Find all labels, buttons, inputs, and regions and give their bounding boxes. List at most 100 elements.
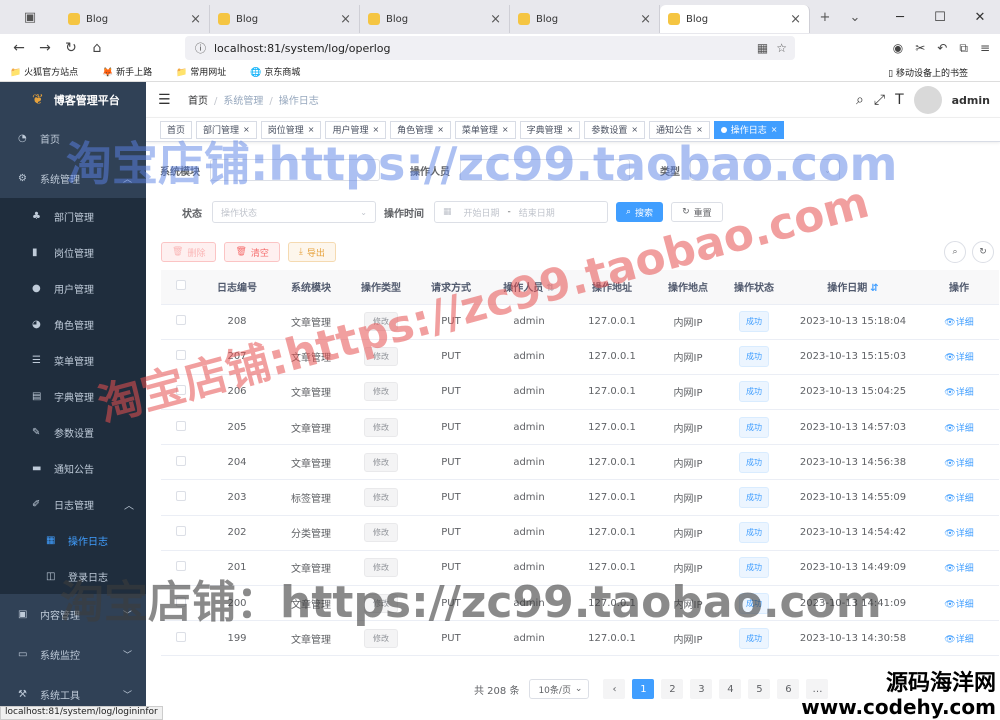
tag-item[interactable]: 部门管理 ×: [196, 120, 257, 139]
sidebar-item-post[interactable]: ▮ 岗位管理: [0, 234, 146, 270]
tag-active[interactable]: 操作日志 ×: [713, 120, 785, 139]
tag-item[interactable]: 岗位管理 ×: [260, 120, 322, 139]
tab-overview-icon[interactable]: ▣: [0, 0, 60, 34]
column-header-sortable[interactable]: 操作日期 ⇵: [787, 270, 919, 305]
tag-item[interactable]: 用户管理 ×: [325, 120, 387, 139]
reload-icon[interactable]: ↻: [58, 40, 84, 56]
detail-link[interactable]: 👁详细: [944, 459, 973, 469]
sidebar-item-operlog[interactable]: ▦ 操作日志: [0, 522, 146, 558]
sidebar-item-logininfor[interactable]: ◫ 登录日志: [0, 558, 146, 594]
type-select[interactable]: ⌄: [690, 159, 840, 181]
table-row[interactable]: 208 文章管理 修改 PUT admin 127.0.0.1 内网IP 成功 2023-10-…: [161, 304, 999, 340]
undo-icon[interactable]: ↶: [937, 41, 947, 55]
table-row[interactable]: 202 分类管理 修改 PUT admin 127.0.0.1 内网IP 成功 2023-10-…: [161, 515, 999, 551]
close-icon[interactable]: ×: [631, 125, 638, 134]
sidebar-logo[interactable]: ❦ 博客管理平台: [0, 82, 146, 118]
bookmark-item[interactable]: 📁 火狐官方站点: [10, 65, 90, 78]
checkbox[interactable]: [176, 561, 186, 572]
sidebar-item-user[interactable]: ● 用户管理: [0, 270, 146, 306]
detail-link[interactable]: 👁详细: [944, 388, 973, 398]
sidebar-item-monitor[interactable]: ▭ 系统监控 ﹀: [0, 634, 146, 674]
page-button[interactable]: 3: [690, 679, 713, 699]
fullscreen-icon[interactable]: ⤢: [874, 92, 885, 108]
table-row[interactable]: 201 文章管理 修改 PUT admin 127.0.0.1 内网IP 成功 2023-10-…: [161, 550, 999, 587]
checkbox[interactable]: [176, 631, 186, 642]
tag-item[interactable]: 菜单管理 ×: [454, 120, 516, 139]
close-icon[interactable]: ×: [502, 125, 509, 134]
screenshot-icon[interactable]: ✂: [915, 41, 925, 55]
sidebar-item-config[interactable]: ✎ 参数设置: [0, 414, 146, 450]
search-icon[interactable]: ⌕: [856, 92, 864, 108]
table-row[interactable]: 200 文章管理 修改 PUT admin 127.0.0.1 内网IP 成功 2023-10-…: [161, 585, 999, 622]
breadcrumb-item[interactable]: 首页: [188, 96, 208, 107]
row-checkbox-cell[interactable]: [161, 585, 201, 622]
date-range-picker[interactable]: ▦ 开始日期 - 结束日期: [434, 201, 608, 223]
minimize-icon[interactable]: ─: [880, 0, 920, 34]
tag-item[interactable]: 字典管理 ×: [519, 120, 581, 139]
table-row[interactable]: 203 标签管理 修改 PUT admin 127.0.0.1 内网IP 成功 2023-10-…: [161, 479, 999, 516]
close-icon[interactable]: ×: [437, 125, 444, 134]
home-icon[interactable]: ⌂: [84, 40, 110, 56]
detail-link[interactable]: 👁详细: [944, 529, 973, 539]
row-checkbox-cell[interactable]: [161, 409, 201, 446]
checkbox[interactable]: [176, 420, 186, 431]
browser-tab-active[interactable]: Blog ×: [660, 5, 810, 33]
row-checkbox-cell[interactable]: [161, 550, 201, 587]
prev-page-button[interactable]: ‹: [603, 679, 626, 699]
table-row[interactable]: 205 文章管理 修改 PUT admin 127.0.0.1 内网IP 成功 2023-10-…: [161, 409, 999, 446]
sidebar-item-notice[interactable]: ▬ 通知公告: [0, 450, 146, 486]
page-button[interactable]: 5: [748, 679, 771, 699]
qr-icon[interactable]: ▦: [757, 41, 768, 55]
table-row[interactable]: 199 文章管理 修改 PUT admin 127.0.0.1 内网IP 成功 2023-10-…: [161, 620, 999, 657]
tag-item[interactable]: 参数设置 ×: [584, 120, 646, 139]
table-row[interactable]: 207 文章管理 修改 PUT admin 127.0.0.1 内网IP 成功 2023-10-…: [161, 339, 999, 375]
back-icon[interactable]: ←: [6, 40, 32, 56]
size-icon[interactable]: T: [895, 92, 904, 108]
checkbox[interactable]: [176, 526, 186, 537]
row-checkbox-cell[interactable]: [161, 444, 201, 481]
new-tab-icon[interactable]: +: [810, 0, 840, 34]
forward-icon[interactable]: →: [32, 40, 58, 56]
extensions-icon[interactable]: ⧉: [959, 41, 968, 56]
row-checkbox-cell[interactable]: [161, 374, 201, 411]
detail-link[interactable]: 👁详细: [944, 353, 973, 363]
clear-button[interactable]: 🗑 清空: [224, 242, 280, 262]
column-header-sortable[interactable]: 操作人员 ⇅: [489, 270, 569, 305]
checkbox[interactable]: [176, 350, 186, 361]
toggle-search-icon[interactable]: ⌕: [944, 241, 966, 263]
page-info-icon[interactable]: ⓘ: [195, 40, 206, 56]
checkbox[interactable]: [176, 385, 186, 396]
detail-link[interactable]: 👁详细: [944, 564, 973, 574]
tag-item[interactable]: 角色管理 ×: [390, 120, 451, 139]
table-row[interactable]: 204 文章管理 修改 PUT admin 127.0.0.1 内网IP 成功 2023-10-…: [161, 444, 999, 481]
menu-icon[interactable]: ≡: [980, 41, 990, 55]
bookmark-item[interactable]: 📁 常用网址: [176, 65, 238, 78]
sidebar-item-system[interactable]: ⚙ 系统管理 ︿: [0, 158, 146, 198]
tag-home[interactable]: 首页: [160, 120, 193, 139]
close-icon[interactable]: ×: [771, 125, 778, 134]
close-icon[interactable]: ×: [790, 12, 801, 27]
select-all-checkbox[interactable]: [161, 270, 201, 305]
sidebar-item-dept[interactable]: ♣ 部门管理: [0, 198, 146, 234]
detail-link[interactable]: 👁详细: [944, 424, 973, 434]
detail-link[interactable]: 👁详细: [944, 600, 973, 610]
page-button[interactable]: 4: [719, 679, 742, 699]
tag-item[interactable]: 通知公告 ×: [649, 120, 710, 139]
page-size-select[interactable]: 10条/页 ⌄: [529, 679, 590, 699]
close-window-icon[interactable]: ✕: [960, 0, 1000, 34]
close-icon[interactable]: ×: [340, 12, 351, 27]
tab-list-icon[interactable]: ⌄: [840, 0, 870, 34]
close-icon[interactable]: ×: [243, 125, 250, 134]
close-icon[interactable]: ×: [372, 125, 379, 134]
close-icon[interactable]: ×: [308, 125, 315, 134]
username[interactable]: admin: [952, 94, 990, 107]
browser-tab[interactable]: Blog ×: [360, 5, 510, 33]
page-button[interactable]: 2: [661, 679, 684, 699]
detail-link[interactable]: 👁详细: [944, 494, 973, 504]
delete-button[interactable]: 🗑 删除: [161, 242, 217, 262]
sort-icon[interactable]: ⇅: [546, 283, 554, 294]
sidebar-item-content[interactable]: ▣ 内容管理 ﹀: [0, 594, 146, 634]
checkbox[interactable]: [176, 280, 186, 291]
close-icon[interactable]: ×: [190, 12, 201, 27]
close-icon[interactable]: ×: [696, 125, 703, 134]
